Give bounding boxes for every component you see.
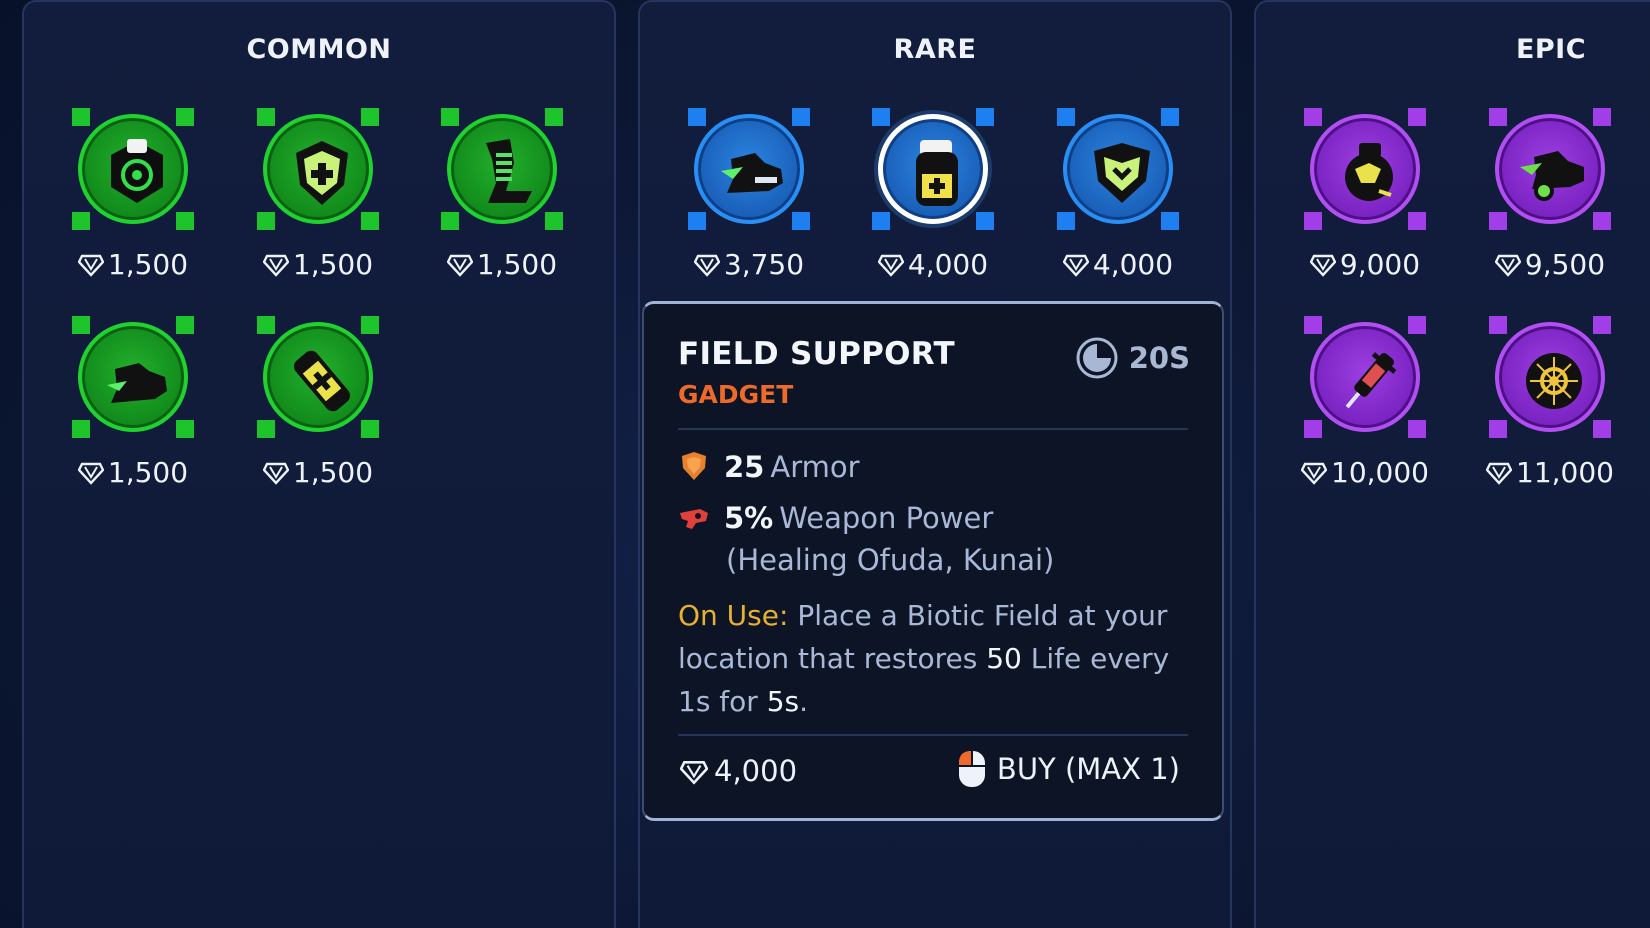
- stat-weapon-power: 5% Weapon Power: [678, 501, 993, 535]
- shop-screen: COMMON RARE EPIC 1,500 1,500 1,500 1,500…: [0, 0, 1650, 928]
- currency-icon: [1485, 462, 1513, 485]
- armor-shield-icon: [682, 452, 706, 480]
- divider: [678, 428, 1188, 430]
- currency-icon: [1300, 462, 1328, 485]
- shop-item-epic-2[interactable]: 9,500: [1475, 108, 1625, 308]
- currency-icon: [1309, 254, 1337, 277]
- item-price: 1,500: [476, 248, 558, 281]
- shop-item-epic-3[interactable]: 10,000: [1290, 316, 1440, 516]
- gadget-syringe-icon: [1310, 322, 1420, 432]
- item-price: 11,000: [1516, 456, 1614, 489]
- shop-item-epic-1[interactable]: 9,000: [1290, 108, 1440, 308]
- gadget-field-support-icon: [878, 114, 988, 224]
- tooltip-price: 4,000: [679, 754, 797, 788]
- tooltip-description: On Use: Place a Biotic Field at your loc…: [678, 599, 1170, 718]
- currency-icon: [1494, 254, 1522, 277]
- shop-item-rare-2-selected[interactable]: 4,000: [858, 108, 1008, 308]
- epic-panel-title: EPIC: [1515, 34, 1587, 65]
- item-price: 4,000: [907, 248, 989, 281]
- currency-icon: [446, 254, 474, 277]
- mouse-left-click-icon: [958, 751, 985, 787]
- shop-item-common-2[interactable]: 1,500: [243, 108, 393, 308]
- currency-icon: [77, 462, 105, 485]
- divider: [678, 734, 1188, 736]
- gadget-shield-plus-icon: [263, 114, 373, 224]
- item-price: 1,500: [107, 456, 189, 489]
- shop-item-common-1[interactable]: 1,500: [58, 108, 208, 308]
- tooltip-item-name: FIELD SUPPORT: [678, 336, 955, 372]
- gadget-battery-icon: [263, 322, 373, 432]
- item-price: 1,500: [292, 248, 374, 281]
- currency-icon: [877, 254, 905, 277]
- cooldown-value: 20S: [1128, 341, 1190, 375]
- item-price: 9,000: [1339, 248, 1421, 281]
- tooltip-item-type: GADGET: [678, 380, 794, 409]
- item-price: 1,500: [107, 248, 189, 281]
- shop-item-epic-4[interactable]: 11,000: [1475, 316, 1625, 516]
- item-price: 9,500: [1524, 248, 1606, 281]
- tooltip-cooldown: 20S: [1075, 336, 1190, 380]
- gadget-bomb-icon: [1310, 114, 1420, 224]
- gadget-target-icon: [78, 114, 188, 224]
- cooldown-icon: [1076, 337, 1118, 379]
- shop-item-common-5[interactable]: 1,500: [243, 316, 393, 516]
- currency-icon: [77, 254, 105, 277]
- buy-button-label: BUY (MAX 1): [996, 752, 1180, 786]
- shop-item-common-4[interactable]: 1,500: [58, 316, 208, 516]
- item-price: 1,500: [292, 456, 374, 489]
- shop-item-common-3[interactable]: 1,500: [427, 108, 577, 308]
- shop-item-rare-3[interactable]: 4,000: [1043, 108, 1193, 308]
- gadget-core-icon: [1495, 322, 1605, 432]
- item-tooltip: FIELD SUPPORT GADGET 20S 25 Armor 5% Weapo…: [642, 301, 1224, 821]
- common-panel-title: COMMON: [246, 34, 392, 65]
- gadget-boot-icon: [78, 322, 188, 432]
- rare-panel-title: RARE: [893, 34, 977, 65]
- gadget-spring-boot-icon: [447, 114, 557, 224]
- gadget-armor-icon: [1063, 114, 1173, 224]
- currency-icon: [693, 254, 721, 277]
- currency-icon: [262, 254, 290, 277]
- currency-icon: [679, 761, 709, 785]
- buy-button[interactable]: BUY (MAX 1): [957, 749, 1180, 789]
- shop-item-rare-1[interactable]: 3,750: [674, 108, 824, 308]
- gadget-dash-boot-icon: [1495, 114, 1605, 224]
- weapon-power-icon: [680, 509, 708, 529]
- currency-icon: [262, 462, 290, 485]
- item-price: 3,750: [723, 248, 805, 281]
- currency-icon: [1062, 254, 1090, 277]
- item-price: 10,000: [1331, 456, 1429, 489]
- stat-weapon-power-detail: (Healing Ofuda, Kunai): [726, 543, 1055, 577]
- gadget-speed-boot-icon: [694, 114, 804, 224]
- item-price: 4,000: [1092, 248, 1174, 281]
- stat-armor: 25 Armor: [678, 450, 860, 484]
